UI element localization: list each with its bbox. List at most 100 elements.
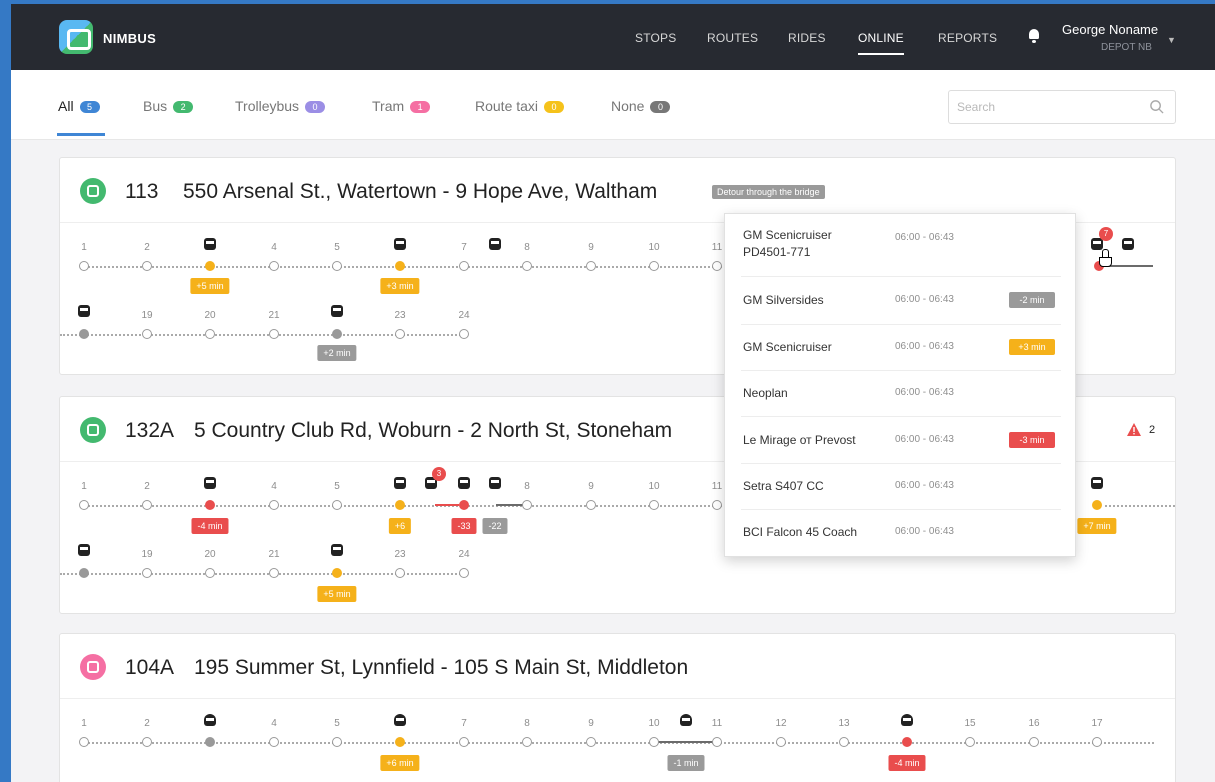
bus-icon[interactable] xyxy=(330,544,344,559)
filter-tab-all[interactable]: All 5 xyxy=(58,98,100,114)
popup-row[interactable]: GM Scenicruiser PD4501-771 06:00 - 06:43 xyxy=(741,214,1061,277)
stop-marker[interactable] xyxy=(205,500,215,510)
tram-icon[interactable] xyxy=(203,714,217,729)
user-name[interactable]: George Noname xyxy=(1062,22,1158,37)
stop-marker[interactable] xyxy=(459,500,469,510)
search-box[interactable] xyxy=(948,90,1176,124)
stop-marker[interactable] xyxy=(1092,500,1102,510)
stop-marker[interactable] xyxy=(1092,737,1102,747)
bus-icon[interactable] xyxy=(393,238,407,253)
stop-marker[interactable] xyxy=(205,568,215,578)
stop-marker[interactable] xyxy=(712,261,722,271)
stop-marker[interactable] xyxy=(839,737,849,747)
stop-marker[interactable] xyxy=(459,568,469,578)
stop-marker[interactable] xyxy=(142,737,152,747)
stop-marker[interactable] xyxy=(205,737,215,747)
tram-icon[interactable] xyxy=(900,714,914,729)
filter-tab-trolleybus[interactable]: Trolleybus 0 xyxy=(235,98,326,114)
stop-marker[interactable] xyxy=(965,737,975,747)
bus-icon[interactable] xyxy=(77,544,91,559)
filter-tab-tram[interactable]: Tram 1 xyxy=(372,98,431,114)
stop-marker[interactable] xyxy=(459,261,469,271)
search-input[interactable] xyxy=(957,99,1137,115)
popup-row[interactable]: Le Mirage от Prevost 06:00 - 06:43 -3 mi… xyxy=(741,417,1061,464)
stop-marker[interactable] xyxy=(459,737,469,747)
stop-marker[interactable] xyxy=(522,500,532,510)
bus-icon[interactable] xyxy=(488,477,502,492)
stop-marker[interactable] xyxy=(269,568,279,578)
stop-marker[interactable] xyxy=(395,568,405,578)
stop-marker[interactable] xyxy=(79,568,89,578)
stop-marker[interactable] xyxy=(586,737,596,747)
stop-marker[interactable] xyxy=(395,500,405,510)
stop-marker[interactable] xyxy=(332,737,342,747)
filter-tab-bus[interactable]: Bus 2 xyxy=(143,98,194,114)
bus-icon xyxy=(80,178,106,204)
brand-name[interactable]: NIMBUS xyxy=(103,31,156,46)
tram-icon[interactable] xyxy=(393,714,407,729)
stop-marker[interactable] xyxy=(649,261,659,271)
stop-marker[interactable] xyxy=(205,261,215,271)
popup-row[interactable]: Setra S407 CC 06:00 - 06:43 xyxy=(741,464,1061,510)
bus-icon[interactable] xyxy=(393,477,407,492)
filter-tab-route-taxi[interactable]: Route taxi 0 xyxy=(475,98,565,114)
stop-marker[interactable] xyxy=(205,329,215,339)
stop-marker[interactable] xyxy=(395,261,405,271)
popup-row[interactable]: GM Silversides 06:00 - 06:43 -2 min xyxy=(741,277,1061,325)
stop-marker[interactable] xyxy=(332,329,342,339)
stop-marker[interactable] xyxy=(902,737,912,747)
stop-marker[interactable] xyxy=(142,500,152,510)
bus-icon[interactable] xyxy=(1090,477,1104,492)
stop-marker[interactable] xyxy=(395,737,405,747)
bus-icon[interactable] xyxy=(330,305,344,320)
tram-icon[interactable] xyxy=(679,714,693,729)
stop-marker[interactable] xyxy=(332,261,342,271)
stop-marker[interactable] xyxy=(522,261,532,271)
nav-rides[interactable]: RIDES xyxy=(788,31,826,45)
stop-marker[interactable] xyxy=(522,737,532,747)
popup-row[interactable]: Neoplan 06:00 - 06:43 xyxy=(741,371,1061,417)
notifications-bell-icon[interactable] xyxy=(1027,28,1041,43)
nav-online[interactable]: ONLINE xyxy=(858,31,904,55)
stop-marker[interactable] xyxy=(269,737,279,747)
stop-marker[interactable] xyxy=(269,261,279,271)
stop-marker[interactable] xyxy=(332,568,342,578)
stop-marker[interactable] xyxy=(712,500,722,510)
stop-marker[interactable] xyxy=(142,568,152,578)
stop-marker[interactable] xyxy=(269,329,279,339)
bus-icon[interactable] xyxy=(488,238,502,253)
bus-icon[interactable] xyxy=(457,477,471,492)
warning-icon[interactable] xyxy=(1127,423,1141,436)
popup-row[interactable]: BCI Falcon 45 Coach 06:00 - 06:43 xyxy=(741,510,1061,556)
stop-marker[interactable] xyxy=(649,737,659,747)
stop-marker[interactable] xyxy=(395,329,405,339)
nav-routes[interactable]: ROUTES xyxy=(707,31,758,45)
search-icon[interactable] xyxy=(1149,99,1164,114)
stop-marker[interactable] xyxy=(776,737,786,747)
stop-marker[interactable] xyxy=(79,500,89,510)
stop-marker[interactable] xyxy=(649,500,659,510)
stop-marker[interactable] xyxy=(142,261,152,271)
stop-marker[interactable] xyxy=(269,500,279,510)
stop-marker[interactable] xyxy=(586,261,596,271)
nav-stops[interactable]: STOPS xyxy=(635,31,676,45)
bus-icon[interactable] xyxy=(77,305,91,320)
filter-tab-none[interactable]: None 0 xyxy=(611,98,671,114)
bus-icon[interactable] xyxy=(203,477,217,492)
stop-marker[interactable] xyxy=(79,737,89,747)
stop-marker[interactable] xyxy=(712,737,722,747)
popup-row[interactable]: GM Scenicruiser 06:00 - 06:43 +3 min xyxy=(741,325,1061,371)
stop-marker[interactable] xyxy=(79,261,89,271)
nav-reports[interactable]: REPORTS xyxy=(938,31,997,45)
route-card-104a[interactable]: 104A 195 Summer St, Lynnfield - 105 S Ma… xyxy=(59,633,1176,782)
stop-marker[interactable] xyxy=(79,329,89,339)
chevron-down-icon[interactable]: ▼ xyxy=(1167,35,1176,45)
stop-marker[interactable] xyxy=(332,500,342,510)
bus-icon[interactable] xyxy=(1121,238,1135,253)
stop-marker[interactable] xyxy=(459,329,469,339)
bus-icon[interactable] xyxy=(203,238,217,253)
stop-marker[interactable] xyxy=(586,500,596,510)
stop-marker[interactable] xyxy=(142,329,152,339)
stop-marker[interactable] xyxy=(1029,737,1039,747)
nimbus-logo-icon[interactable] xyxy=(59,20,93,54)
